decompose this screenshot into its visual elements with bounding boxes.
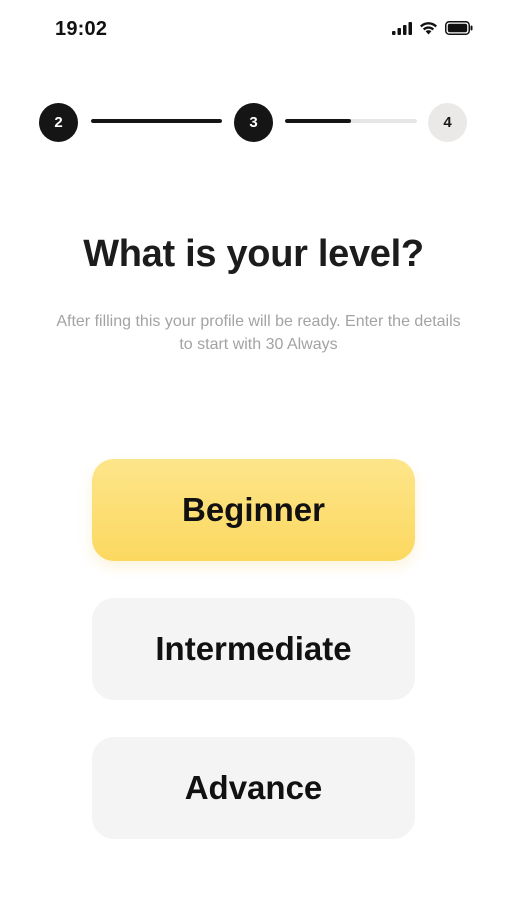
battery-icon xyxy=(445,21,473,35)
level-option-beginner[interactable]: Beginner xyxy=(92,459,415,561)
step-number: 2 xyxy=(54,114,63,131)
level-option-advance[interactable]: Advance xyxy=(92,737,415,839)
step-connector-3-4 xyxy=(285,119,417,123)
step-indicator-4: 4 xyxy=(428,103,467,142)
step-number: 4 xyxy=(443,114,452,131)
step-connector-2-3 xyxy=(91,119,222,123)
status-time: 19:02 xyxy=(55,18,108,40)
cellular-signal-icon xyxy=(392,21,412,35)
status-bar: 19:02 xyxy=(0,0,507,60)
status-icons xyxy=(392,21,473,35)
page-title: What is your level? xyxy=(83,233,424,275)
step-connector-fill xyxy=(91,119,222,123)
step-number: 3 xyxy=(249,114,258,131)
step-indicator-3: 3 xyxy=(234,103,273,142)
step-connector-fill xyxy=(285,119,351,123)
step-indicator-2: 2 xyxy=(39,103,78,142)
page-subtitle: After filling this your profile will be … xyxy=(56,313,461,353)
level-option-intermediate[interactable]: Intermediate xyxy=(92,598,415,700)
progress-stepper: 2 3 4 xyxy=(39,103,467,143)
wifi-icon xyxy=(419,21,438,35)
